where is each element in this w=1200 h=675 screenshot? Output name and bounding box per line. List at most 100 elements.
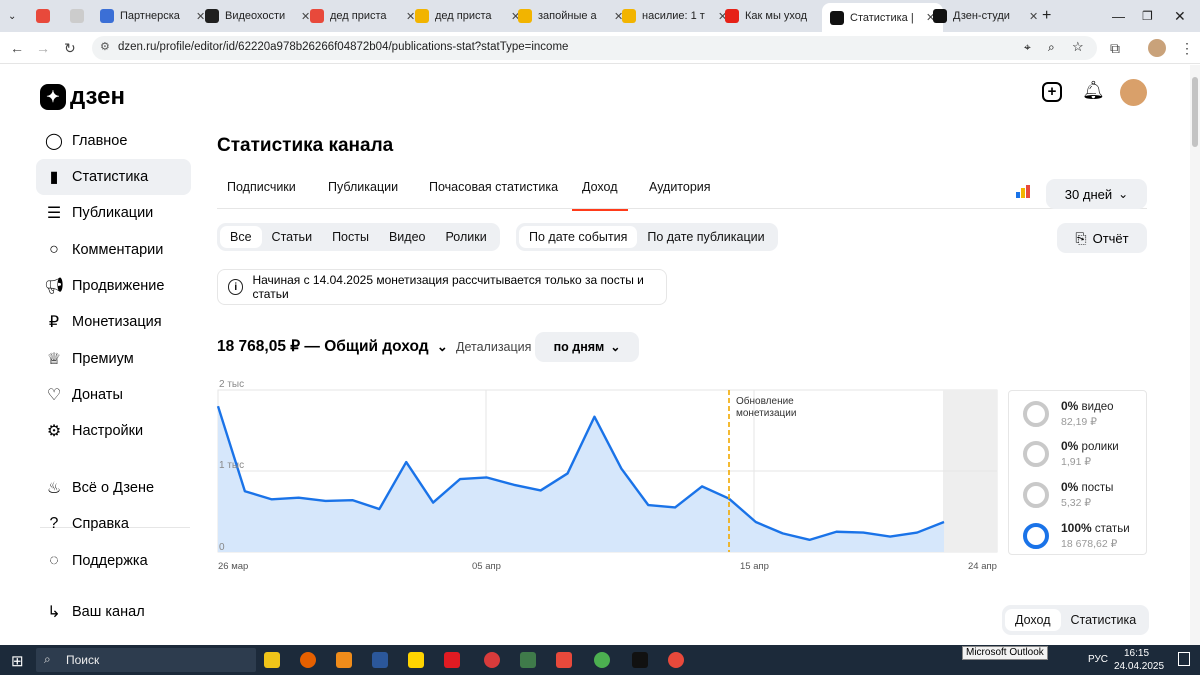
sidebar-item[interactable]: ⚙ Настройки [36, 413, 191, 449]
sidebar-bottom-item[interactable]: ? Справка [36, 506, 191, 542]
toggle-income[interactable]: Доход [1005, 609, 1061, 631]
yandex-app-icon[interactable] [556, 652, 572, 668]
filter-posts[interactable]: Посты [322, 226, 379, 248]
clock-time[interactable]: 16:15 [1124, 648, 1149, 659]
close-window-button[interactable]: ✕ [1174, 5, 1186, 27]
detail-label: Детализация [456, 340, 532, 354]
acrobat-icon[interactable] [444, 652, 460, 668]
sidebar-item-label: Комментарии [72, 242, 164, 258]
legend-amount: 18 678,62 ₽ [1061, 538, 1118, 550]
report-button[interactable]: ⎘ Отчёт [1057, 223, 1147, 253]
sidebar-bottom-item[interactable]: ↳ Ваш канал [36, 594, 191, 630]
filter-video[interactable]: Видео [379, 226, 436, 248]
language-indicator[interactable]: РУС [1088, 654, 1108, 665]
chrome-icon[interactable] [594, 652, 610, 668]
legend-item: 0% посты 5,32 ₽ [1023, 480, 1113, 509]
sidebar-item-label: Справка [72, 516, 129, 532]
browser-tab[interactable]: запойные а ✕ [518, 5, 623, 27]
period-select[interactable]: 30 дней ⌄ [1046, 179, 1147, 209]
tab-title: Партнерска [120, 10, 180, 22]
tab-close-icon[interactable]: ✕ [1029, 10, 1038, 23]
tab-yandex[interactable] [36, 5, 56, 27]
back-icon[interactable]: ← [10, 40, 24, 56]
firefox-icon[interactable] [300, 652, 316, 668]
address-bar[interactable]: ⚙ dzen.ru/profile/editor/id/62220a978b26… [92, 36, 1097, 60]
tab-hourly[interactable]: Почасовая статистика [429, 180, 558, 194]
profile-avatar[interactable] [1148, 39, 1166, 57]
total-income-label: 18 768,05 ₽ — Общий доход [217, 338, 429, 355]
new-tab-button[interactable]: + [1042, 5, 1051, 27]
tab-subscribers[interactable]: Подписчики [227, 180, 296, 194]
menu-kebab-icon[interactable]: ⋮ [1180, 40, 1194, 57]
tab-search-button[interactable]: ⌄ [8, 5, 16, 27]
sidebar-item[interactable]: ◯ Главное [36, 123, 191, 159]
sidebar-item[interactable]: ♕ Премиум [36, 341, 191, 377]
sidebar-item[interactable]: ☰ Публикации [36, 195, 191, 231]
filter-shorts[interactable]: Ролики [436, 226, 497, 248]
map-app-icon[interactable] [520, 652, 536, 668]
browser-tab[interactable]: Как мы уход✕ [725, 5, 830, 27]
timer-icon[interactable] [484, 652, 500, 668]
outlook-icon[interactable] [336, 652, 352, 668]
site-settings-icon[interactable]: ⚙ [100, 40, 110, 53]
tab-close-icon[interactable]: ✕ [406, 10, 415, 23]
browser-tab[interactable]: Дзен-студи ✕ [933, 5, 1038, 27]
tab-income[interactable]: Доход [572, 180, 627, 211]
browser-tab[interactable]: Статистика | ✕ [822, 3, 944, 32]
url-text[interactable]: dzen.ru/profile/editor/id/62220a978b2626… [118, 41, 568, 53]
browser-tab[interactable]: Видеохости ✕ [205, 5, 310, 27]
bookmark-star-icon[interactable]: ☆ [1072, 39, 1084, 55]
reload-icon[interactable]: ↻ [64, 40, 76, 57]
restore-button[interactable]: ❐ [1142, 5, 1153, 27]
tab-title: дед приста [330, 10, 387, 22]
total-income[interactable]: 18 768,05 ₽ — Общий доход ⌄ [217, 337, 448, 356]
scroll-thumb[interactable] [1192, 77, 1198, 147]
tab-favicon-icon [310, 9, 324, 23]
sidebar-bottom-item[interactable]: ♨ Всё о Дзене [36, 470, 191, 506]
dzen-app-icon[interactable] [632, 652, 648, 668]
toggle-statistics[interactable]: Статистика [1061, 609, 1147, 631]
location-icon[interactable]: ⌖ [1024, 40, 1031, 55]
notes-icon[interactable] [408, 652, 424, 668]
filter-publication-date[interactable]: По дате публикации [637, 226, 774, 248]
filter-all[interactable]: Все [220, 226, 262, 248]
zoom-icon[interactable]: ⌕ [1048, 40, 1055, 55]
browser-tab[interactable]: дед приста ✕ [415, 5, 520, 27]
forward-icon[interactable]: → [36, 40, 50, 56]
notifications-icon[interactable] [1178, 652, 1190, 666]
page-scrollbar[interactable] [1190, 65, 1200, 645]
clock-date[interactable]: 24.04.2025 [1114, 661, 1164, 672]
minimize-button[interactable]: — [1112, 5, 1125, 27]
legend-percent: 0% [1061, 439, 1079, 453]
sidebar-item-label: Монетизация [72, 314, 162, 330]
sidebar-item[interactable]: ₽ Монетизация [36, 304, 191, 340]
filter-event-date[interactable]: По дате события [519, 226, 638, 248]
sidebar-item[interactable]: ♡ Донаты [36, 377, 191, 413]
filter-articles[interactable]: Статьи [262, 226, 323, 248]
sidebar-bottom-item[interactable]: ◌ Поддержка [36, 543, 191, 579]
yandex-browser-icon[interactable] [668, 652, 684, 668]
sidebar-item-label: Главное [72, 133, 128, 149]
period-label: 30 дней [1064, 186, 1113, 202]
extensions-icon[interactable]: ⧉ [1110, 40, 1120, 57]
help-icon: ? [49, 515, 59, 532]
chart-type-icon[interactable] [1016, 185, 1030, 198]
tab-close-icon[interactable]: ✕ [301, 10, 310, 23]
browser-tab[interactable]: насилие: 1 т ✕ [622, 5, 727, 27]
tab-notes[interactable] [70, 5, 90, 27]
windows-start-icon[interactable]: ⊞ [11, 652, 24, 670]
word-icon[interactable] [372, 652, 388, 668]
explorer-icon[interactable] [264, 652, 280, 668]
sidebar-item[interactable]: ▮ Статистика [36, 159, 191, 195]
sidebar-item[interactable]: 📢︎ Продвижение [36, 268, 191, 304]
browser-tab[interactable]: Партнерска ✕ [100, 5, 205, 27]
dzen-logo[interactable]: ✦ дзен [40, 83, 125, 111]
tab-audience[interactable]: Аудитория [649, 180, 711, 194]
tab-close-icon[interactable]: ✕ [196, 10, 205, 23]
detail-select[interactable]: по дням ⌄ [535, 332, 639, 362]
date-filter-group: По дате события По дате публикации [516, 223, 778, 251]
tab-publications[interactable]: Публикации [328, 180, 398, 194]
browser-tab[interactable]: дед приста ✕ [310, 5, 415, 27]
sidebar-item[interactable]: ○ Комментарии [36, 232, 191, 268]
taskbar-search[interactable]: ⌕ Поиск [36, 648, 256, 672]
